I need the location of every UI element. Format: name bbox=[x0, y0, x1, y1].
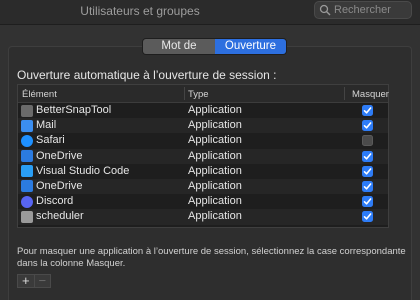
app-name: OneDrive bbox=[36, 179, 83, 192]
app-type: Application bbox=[188, 164, 242, 177]
table-row[interactable]: Safari Application bbox=[18, 133, 388, 149]
app-name: Safari bbox=[36, 134, 65, 147]
app-type: Application bbox=[188, 119, 242, 132]
app-type: Application bbox=[188, 134, 242, 147]
remove-button[interactable]: − bbox=[33, 274, 50, 287]
app-name: Mail bbox=[36, 119, 57, 132]
onedrive-icon bbox=[21, 180, 33, 193]
column-header-element[interactable]: Élément bbox=[22, 89, 57, 100]
app-name: scheduler bbox=[36, 210, 84, 223]
table-row[interactable]: Discord Application bbox=[18, 194, 388, 210]
hide-checkbox[interactable] bbox=[362, 120, 373, 132]
vscode-icon bbox=[21, 165, 33, 178]
safari-icon bbox=[21, 134, 33, 147]
app-type: Application bbox=[188, 104, 242, 116]
tab-login-items[interactable]: Ouverture bbox=[214, 39, 286, 54]
mail-icon bbox=[21, 119, 33, 132]
hide-checkbox[interactable] bbox=[362, 150, 373, 162]
tab-password[interactable]: Mot de passe bbox=[143, 39, 215, 54]
table-row[interactable]: scheduler Application bbox=[18, 209, 388, 225]
bettersnaptool-icon bbox=[21, 104, 33, 117]
column-separator bbox=[344, 87, 345, 100]
table-header: Élément Type Masquer bbox=[18, 85, 389, 103]
column-header-type[interactable]: Type bbox=[188, 89, 209, 100]
title-bar: Utilisateurs et groupes Rechercher bbox=[0, 0, 420, 25]
checkmark-icon bbox=[363, 213, 372, 220]
column-separator bbox=[184, 87, 185, 100]
checkmark-icon bbox=[363, 198, 372, 205]
table-row[interactable]: OneDrive Application bbox=[18, 148, 388, 164]
column-header-hide[interactable]: Masquer bbox=[352, 89, 389, 100]
add-remove-buttons: + − bbox=[17, 274, 51, 288]
table-row[interactable]: OneDrive Application bbox=[18, 178, 388, 195]
app-name: BetterSnapTool bbox=[36, 104, 112, 116]
table-row[interactable]: BetterSnapTool Application bbox=[18, 103, 388, 119]
table-row[interactable]: Visual Studio Code Application bbox=[18, 163, 388, 179]
hide-checkbox[interactable] bbox=[362, 211, 373, 223]
app-type: Application bbox=[188, 149, 242, 162]
hide-checkbox[interactable] bbox=[362, 180, 373, 192]
help-text: Pour masquer une application à l’ouvertu… bbox=[17, 246, 406, 269]
login-items-table: Élément Type Masquer BetterSnapTool Appli… bbox=[17, 84, 389, 228]
app-type: Application bbox=[188, 210, 242, 223]
search-field[interactable]: Rechercher bbox=[314, 1, 412, 19]
scheduler-icon bbox=[21, 210, 33, 223]
hide-checkbox[interactable] bbox=[362, 165, 373, 177]
checkmark-icon bbox=[363, 122, 372, 129]
window-title: Utilisateurs et groupes bbox=[80, 4, 200, 18]
discord-icon bbox=[21, 195, 33, 208]
checkmark-icon bbox=[363, 152, 372, 160]
app-type: Application bbox=[188, 179, 242, 192]
search-placeholder: Rechercher bbox=[334, 4, 391, 16]
tab-bar: Mot de passe Ouverture bbox=[142, 38, 287, 55]
checkmark-icon bbox=[363, 167, 372, 175]
checkmark-icon bbox=[363, 107, 372, 114]
app-name: Discord bbox=[36, 195, 74, 208]
search-icon bbox=[319, 4, 331, 16]
app-name: OneDrive bbox=[36, 149, 83, 162]
table-row[interactable]: Mail Application bbox=[18, 118, 388, 134]
section-label: Ouverture automatique à l’ouverture de s… bbox=[17, 68, 277, 82]
onedrive-icon bbox=[21, 150, 33, 163]
app-name: Visual Studio Code bbox=[36, 164, 130, 177]
table-body: BetterSnapTool Application Mail Application… bbox=[18, 103, 388, 225]
add-button[interactable]: + bbox=[18, 274, 34, 287]
hide-checkbox[interactable] bbox=[362, 135, 373, 147]
hide-checkbox[interactable] bbox=[362, 105, 373, 116]
hide-checkbox[interactable] bbox=[362, 196, 373, 208]
checkmark-icon bbox=[363, 183, 372, 190]
app-type: Application bbox=[188, 195, 242, 208]
